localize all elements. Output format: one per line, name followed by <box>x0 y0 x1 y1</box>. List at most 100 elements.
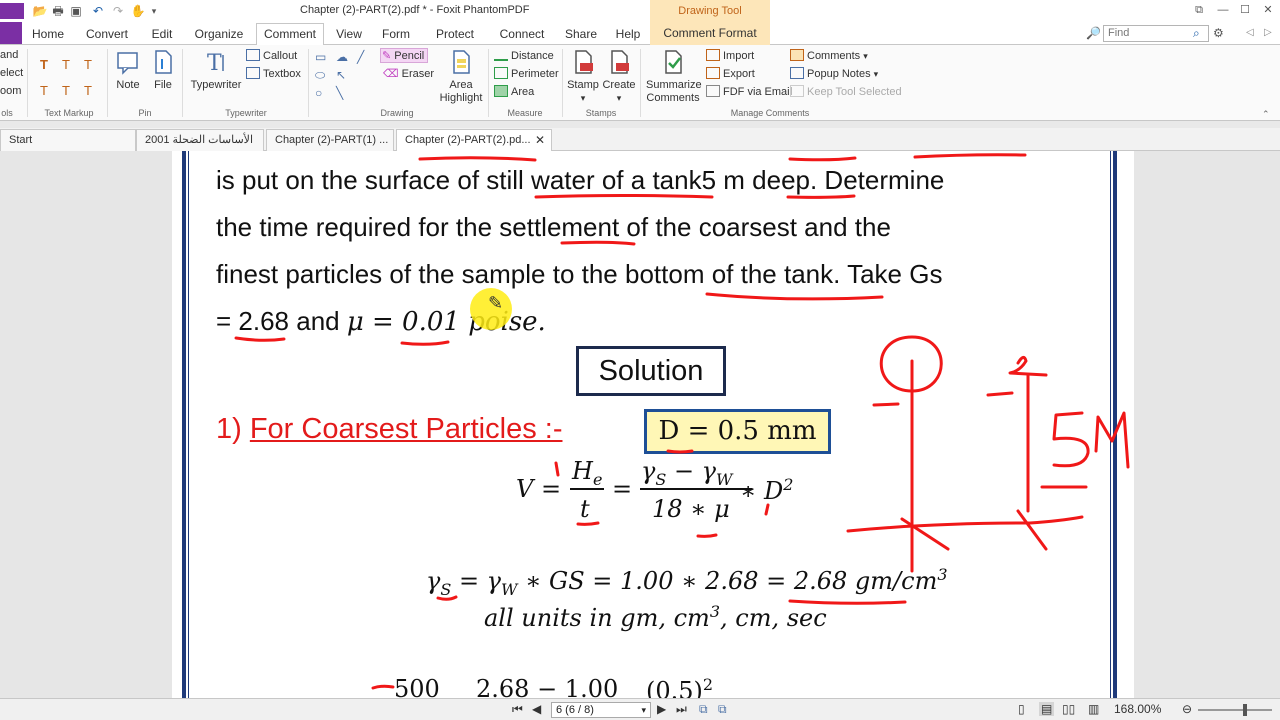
tab-comment[interactable]: Comment <box>256 23 324 46</box>
page-number-select[interactable]: 6 (6 / 8) ▾ <box>551 702 651 718</box>
search-icon[interactable]: ⌕ <box>1193 26 1200 41</box>
document-viewport[interactable]: is put on the surface of still water of … <box>0 151 1280 705</box>
typewriter-button[interactable]: T Typewriter <box>188 49 244 92</box>
quick-access-dropdown-icon[interactable]: ▾ <box>146 3 162 19</box>
rectangle-icon[interactable]: ▭ <box>315 50 326 64</box>
summarize-comments-button[interactable]: Summarize Comments <box>646 49 702 105</box>
replace-text-icon[interactable]: T <box>62 83 70 98</box>
forward-icon[interactable]: ▷ <box>1264 27 1272 38</box>
tab-organize[interactable]: Organize <box>190 25 248 45</box>
tab-home[interactable]: Home <box>26 25 70 45</box>
pencil-ink-annotations[interactable] <box>0 151 1280 698</box>
undo-icon[interactable]: ↶ <box>90 3 106 19</box>
strikeout-text-icon[interactable]: T <box>84 57 92 72</box>
settings-gear-icon[interactable]: ⚙ <box>1213 26 1224 40</box>
hand-tool-label[interactable]: and <box>0 49 18 61</box>
single-page-icon[interactable]: ▯ <box>1018 702 1025 716</box>
first-page-icon[interactable]: ⏮ <box>512 702 523 717</box>
separator <box>308 49 309 117</box>
previous-view-icon[interactable]: ⧉ <box>699 702 708 717</box>
area-button[interactable]: Area <box>494 85 534 98</box>
tab-convert[interactable]: Convert <box>80 25 134 45</box>
previous-page-icon[interactable]: ◀ <box>532 702 541 716</box>
close-button[interactable]: ✕ <box>1259 2 1277 18</box>
doc-tab-start[interactable]: Start <box>0 129 136 151</box>
pencil-button[interactable]: ✎ Pencil <box>380 48 429 63</box>
import-button[interactable]: Import <box>706 49 754 62</box>
file-attachment-button[interactable]: File <box>148 49 178 92</box>
cloud-icon[interactable]: ☁ <box>336 50 348 64</box>
zoom-slider[interactable] <box>1198 709 1272 711</box>
facing-page-icon[interactable]: ▯▯ <box>1062 702 1075 716</box>
area-highlight-button[interactable]: Area Highlight <box>438 49 484 105</box>
tab-view[interactable]: View <box>330 25 368 45</box>
doc-tab-shallow-foundations[interactable]: الأساسات الضحلة 2001 ... <box>136 129 264 167</box>
last-page-icon[interactable]: ⏭ <box>676 702 687 717</box>
perimeter-button[interactable]: Perimeter <box>494 67 559 80</box>
distance-button[interactable]: Distance <box>494 49 554 62</box>
fdf-via-email-button[interactable]: FDF via Email <box>706 85 792 98</box>
insert-text-icon[interactable]: T <box>84 83 92 98</box>
restore-icon[interactable]: ⧉ <box>1190 2 1208 18</box>
tab-protect[interactable]: Protect <box>428 25 482 45</box>
circle-icon[interactable]: ○ <box>315 86 322 100</box>
select-tool-label[interactable]: elect <box>0 67 23 79</box>
callout-button[interactable]: Callout <box>246 49 297 62</box>
next-view-icon[interactable]: ⧉ <box>718 702 727 717</box>
save-icon[interactable]: ▣ <box>68 3 84 19</box>
zoom-out-icon[interactable]: ⊖ <box>1182 702 1192 716</box>
export-icon <box>706 67 720 79</box>
tab-edit[interactable]: Edit <box>144 25 180 45</box>
maximize-button[interactable]: ☐ <box>1236 2 1254 18</box>
create-stamp-button[interactable]: Create ▾ <box>602 49 636 105</box>
highlight-text-icon[interactable]: T <box>40 57 48 72</box>
ink-underline <box>666 449 694 454</box>
hand-tool-icon[interactable]: ✋ <box>130 3 146 19</box>
export-button[interactable]: Export <box>706 67 755 80</box>
textbox-button[interactable]: Textbox <box>246 67 301 80</box>
arrow-icon[interactable]: ↖ <box>336 68 346 82</box>
zoom-slider-thumb[interactable] <box>1243 704 1247 716</box>
open-icon[interactable]: 📂 <box>32 3 48 19</box>
tab-form[interactable]: Form <box>376 25 416 45</box>
textbox-icon <box>246 67 260 79</box>
tab-comment-format[interactable]: Comment Format <box>650 22 770 45</box>
distance-icon <box>494 49 508 61</box>
note-button[interactable]: Note <box>112 49 144 92</box>
continuous-page-icon[interactable]: ▤ <box>1039 702 1055 716</box>
squiggly-text-icon[interactable]: T <box>40 83 48 98</box>
tab-connect[interactable]: Connect <box>494 25 550 45</box>
line-icon[interactable]: ╱ <box>357 50 364 64</box>
keep-tool-selected-checkbox[interactable]: Keep Tool Selected <box>790 85 902 98</box>
oval-icon[interactable]: ⬭ <box>315 68 325 83</box>
eraser-button[interactable]: ⌫ Eraser <box>383 67 434 80</box>
popup-notes-dropdown[interactable]: Popup Notes ▾ <box>790 67 878 80</box>
find-panel-icon[interactable]: 🔎 <box>1086 26 1101 40</box>
close-tab-icon[interactable]: ✕ <box>535 130 545 151</box>
comments-dropdown[interactable]: Comments ▾ <box>790 49 868 62</box>
separator <box>488 49 489 117</box>
back-icon[interactable]: ◁ <box>1246 27 1254 38</box>
app-logo-icon[interactable] <box>0 3 24 19</box>
redo-icon[interactable]: ↷ <box>110 3 126 19</box>
tab-help[interactable]: Help <box>608 25 648 45</box>
doc-tab-chapter2-part1[interactable]: Chapter (2)-PART(1) ... <box>266 129 394 151</box>
file-tab[interactable] <box>0 22 22 44</box>
window-title: Chapter (2)-PART(2).pdf * - Foxit Phanto… <box>300 4 530 16</box>
file-attachment-icon <box>155 50 172 74</box>
highlight-label: Highlight <box>439 92 483 104</box>
underline-text-icon[interactable]: T <box>62 57 70 72</box>
minimize-button[interactable]: — <box>1214 2 1232 18</box>
print-icon[interactable]: 🖶 <box>50 3 66 19</box>
collapse-ribbon-icon[interactable]: ⌃ <box>1262 109 1270 120</box>
ink-underline <box>534 194 714 199</box>
stamp-button[interactable]: Stamp ▾ <box>566 49 600 105</box>
polyline-icon[interactable]: ╲ <box>336 86 343 100</box>
tab-share[interactable]: Share <box>560 25 602 45</box>
next-page-icon[interactable]: ▶ <box>657 702 666 716</box>
continuous-facing-icon[interactable]: ▥ <box>1088 702 1099 716</box>
zoom-tool-label[interactable]: oom <box>0 85 21 97</box>
doc-tab-chapter2-part2[interactable]: Chapter (2)-PART(2).pd... ✕ <box>396 129 552 152</box>
import-icon <box>706 49 720 61</box>
area-measure-label: Area <box>511 86 535 98</box>
